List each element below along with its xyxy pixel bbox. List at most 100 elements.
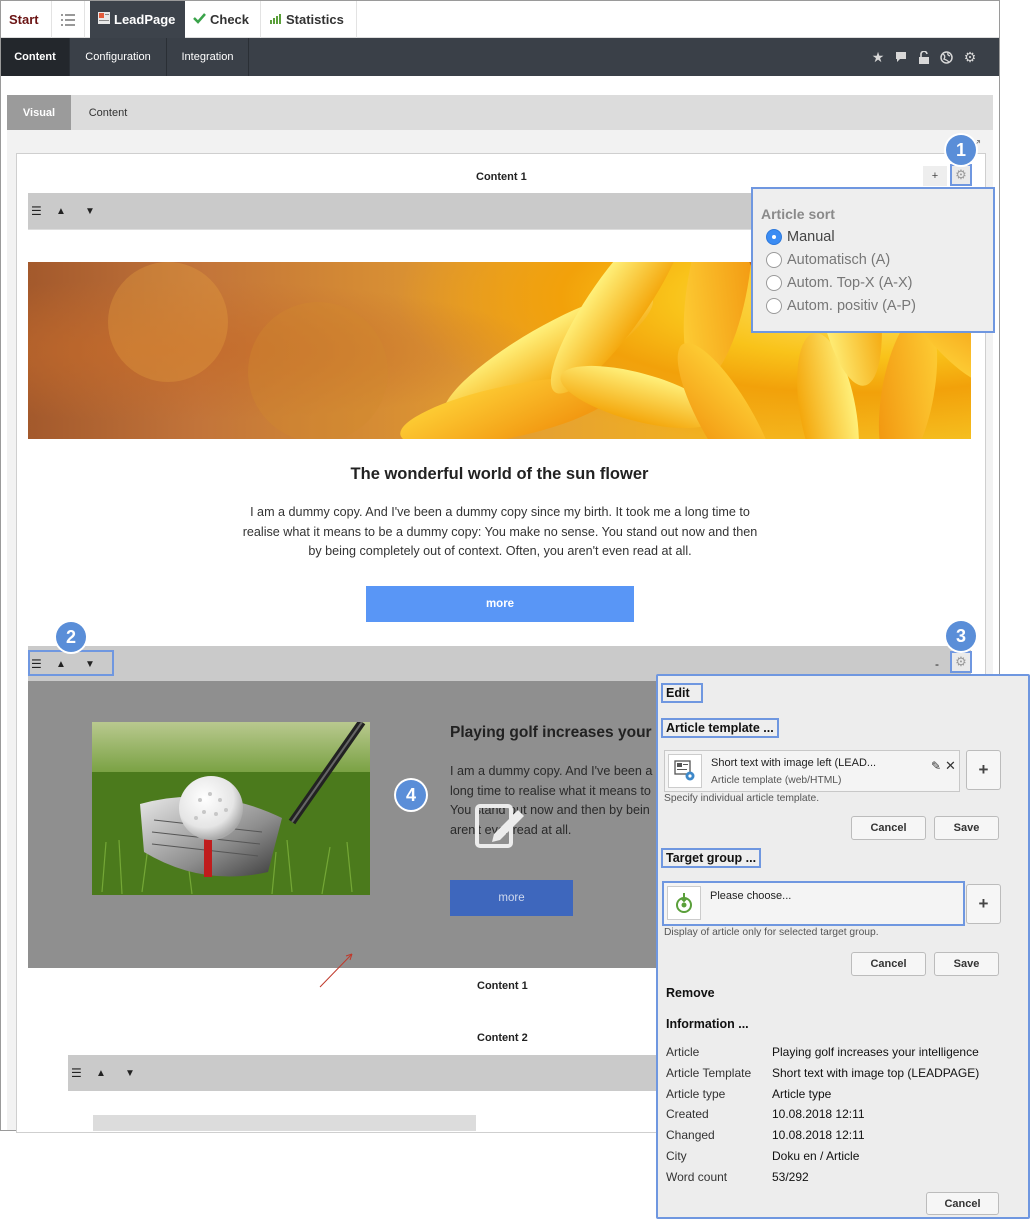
sort-option-positive[interactable]: Autom. positiv (A-P) xyxy=(766,298,916,314)
info-key: Article Template xyxy=(666,1066,752,1080)
remove-link[interactable]: Remove xyxy=(666,986,715,1000)
article-1-more-button[interactable]: more xyxy=(366,586,634,622)
menu-configuration[interactable]: Configuration xyxy=(70,38,167,76)
target-cancel-button[interactable]: Cancel xyxy=(851,952,926,976)
add-target-group-button[interactable]: + xyxy=(966,884,1001,924)
article-sort-title: Article sort xyxy=(761,206,835,222)
move-down-icon[interactable]: ▼ xyxy=(125,1055,135,1091)
leadpage-icon xyxy=(98,12,110,27)
target-group-select[interactable]: Please choose... xyxy=(662,881,965,926)
sort-option-automatic[interactable]: Automatisch (A) xyxy=(766,252,890,268)
globe-icon[interactable] xyxy=(935,38,957,76)
radio-icon[interactable] xyxy=(766,275,782,291)
radio-icon[interactable] xyxy=(766,298,782,314)
menu-content-label: Content xyxy=(14,51,56,63)
article-sort-popup: Article sort Manual Automatisch (A) Auto… xyxy=(751,187,995,333)
move-up-icon[interactable]: ▲ xyxy=(96,1055,106,1091)
menu-integration[interactable]: Integration xyxy=(167,38,249,76)
info-key: Created xyxy=(666,1107,709,1121)
article-template-card[interactable]: Short text with image left (LEAD... Arti… xyxy=(664,750,960,792)
target-group-placeholder: Please choose... xyxy=(710,890,792,902)
template-name: Short text with image left (LEAD... xyxy=(711,757,877,769)
tab-statistics-label: Statistics xyxy=(286,12,344,27)
main-menu-bar: Content Configuration Integration ★ ⚙ xyxy=(1,38,999,76)
sort-option-top-x[interactable]: Autom. Top-X (A-X) xyxy=(766,275,912,291)
star-icon[interactable]: ★ xyxy=(867,38,889,76)
move-up-icon[interactable]: ▲ xyxy=(56,646,66,682)
subtab-content[interactable]: Content xyxy=(71,95,145,130)
template-save-button[interactable]: Save xyxy=(934,816,999,840)
save-label: Save xyxy=(953,822,980,834)
add-button[interactable]: + xyxy=(923,166,947,186)
info-value: Article type xyxy=(772,1087,832,1101)
tab-leadpage-label: LeadPage xyxy=(114,12,176,27)
target-save-button[interactable]: Save xyxy=(934,952,999,976)
move-up-icon[interactable]: ▲ xyxy=(56,193,66,229)
comment-icon[interactable] xyxy=(890,38,912,76)
drag-handle-icon[interactable]: ☰ xyxy=(71,1055,82,1091)
info-key: Article type xyxy=(666,1087,726,1101)
drag-handle-icon[interactable]: ☰ xyxy=(31,646,42,682)
template-hint: Specify individual article template. xyxy=(664,793,820,804)
article-settings-gear-icon[interactable]: ⚙ xyxy=(950,651,972,673)
gear-icon[interactable]: ⚙ xyxy=(959,38,981,76)
tab-check[interactable]: Check xyxy=(185,1,261,38)
article-2-text-line: I am a dummy copy. And I've been a xyxy=(450,764,653,778)
section-label-content-1: Content 1 xyxy=(476,171,527,183)
annotation-arrow-icon xyxy=(319,953,353,988)
article-2-title: Playing golf increases your xyxy=(450,724,652,741)
menu-content[interactable]: Content xyxy=(1,38,70,76)
move-down-icon[interactable]: ▼ xyxy=(85,193,95,229)
radio-selected-icon[interactable] xyxy=(766,229,782,245)
add-template-button[interactable]: + xyxy=(966,750,1001,790)
move-down-icon[interactable]: ▼ xyxy=(85,646,95,682)
info-key: City xyxy=(666,1149,687,1163)
add-target-label: + xyxy=(978,894,989,913)
article-1-text: I am a dummy copy. And I've been a dummy… xyxy=(242,505,758,558)
article-2-more-button[interactable]: more xyxy=(450,880,573,916)
menu-configuration-label: Configuration xyxy=(85,51,151,63)
info-value: Doku en / Article xyxy=(772,1149,860,1163)
list-icon[interactable] xyxy=(51,1,85,38)
info-key: Article xyxy=(666,1045,700,1059)
info-value: 10.08.2018 12:11 xyxy=(772,1107,865,1121)
check-icon xyxy=(193,12,206,27)
template-cancel-button[interactable]: Cancel xyxy=(851,816,926,840)
section-label-content-1-footer: Content 1 xyxy=(477,980,528,992)
callout-badge-2: 2 xyxy=(56,622,86,652)
article-template-heading[interactable]: Article template ... xyxy=(661,718,779,738)
tab-statistics[interactable]: Statistics xyxy=(262,1,357,38)
pencil-icon[interactable]: ✎ xyxy=(931,759,941,773)
subtab-visual-label: Visual xyxy=(22,106,56,119)
sort-option-label: Autom. positiv (A-P) xyxy=(787,298,916,314)
information-heading: Information ... xyxy=(666,1017,749,1031)
sort-option-manual[interactable]: Manual xyxy=(766,229,835,245)
tab-start[interactable]: Start xyxy=(9,1,39,38)
drag-handle-icon[interactable]: ☰ xyxy=(31,193,42,229)
info-value: 53/292 xyxy=(772,1170,809,1184)
add-button-label: + xyxy=(931,170,939,182)
tab-leadpage[interactable]: LeadPage xyxy=(90,1,185,38)
close-icon[interactable]: ✕ xyxy=(945,758,956,774)
view-subtabs: Visual Content xyxy=(7,95,993,130)
callout-badge-3: 3 xyxy=(946,621,976,651)
unlock-icon[interactable] xyxy=(913,38,935,76)
subtab-content-label: Content xyxy=(88,106,128,119)
statistics-icon xyxy=(270,12,282,27)
target-group-heading[interactable]: Target group ... xyxy=(661,848,762,868)
collapse-label: - xyxy=(935,657,939,671)
sort-option-label: Autom. Top-X (A-X) xyxy=(787,275,913,291)
save-label: Save xyxy=(953,958,980,970)
callout-badge-1: 1 xyxy=(946,135,976,165)
top-tab-bar: Start LeadPage Check Statistics xyxy=(1,1,999,38)
article-1-more-label: more xyxy=(485,598,515,610)
section-settings-gear-icon[interactable]: ⚙ xyxy=(950,164,972,186)
placeholder-block xyxy=(93,1115,476,1131)
panel-cancel-button[interactable]: Cancel xyxy=(926,1192,999,1215)
edit-article-icon[interactable] xyxy=(474,800,526,852)
radio-icon[interactable] xyxy=(766,252,782,268)
edit-heading: Edit xyxy=(661,683,703,703)
section-label-content-2: Content 2 xyxy=(477,1032,528,1044)
article-toolbar-1: ☰ ▲ ▼ xyxy=(28,193,752,229)
subtab-visual[interactable]: Visual xyxy=(7,95,71,130)
